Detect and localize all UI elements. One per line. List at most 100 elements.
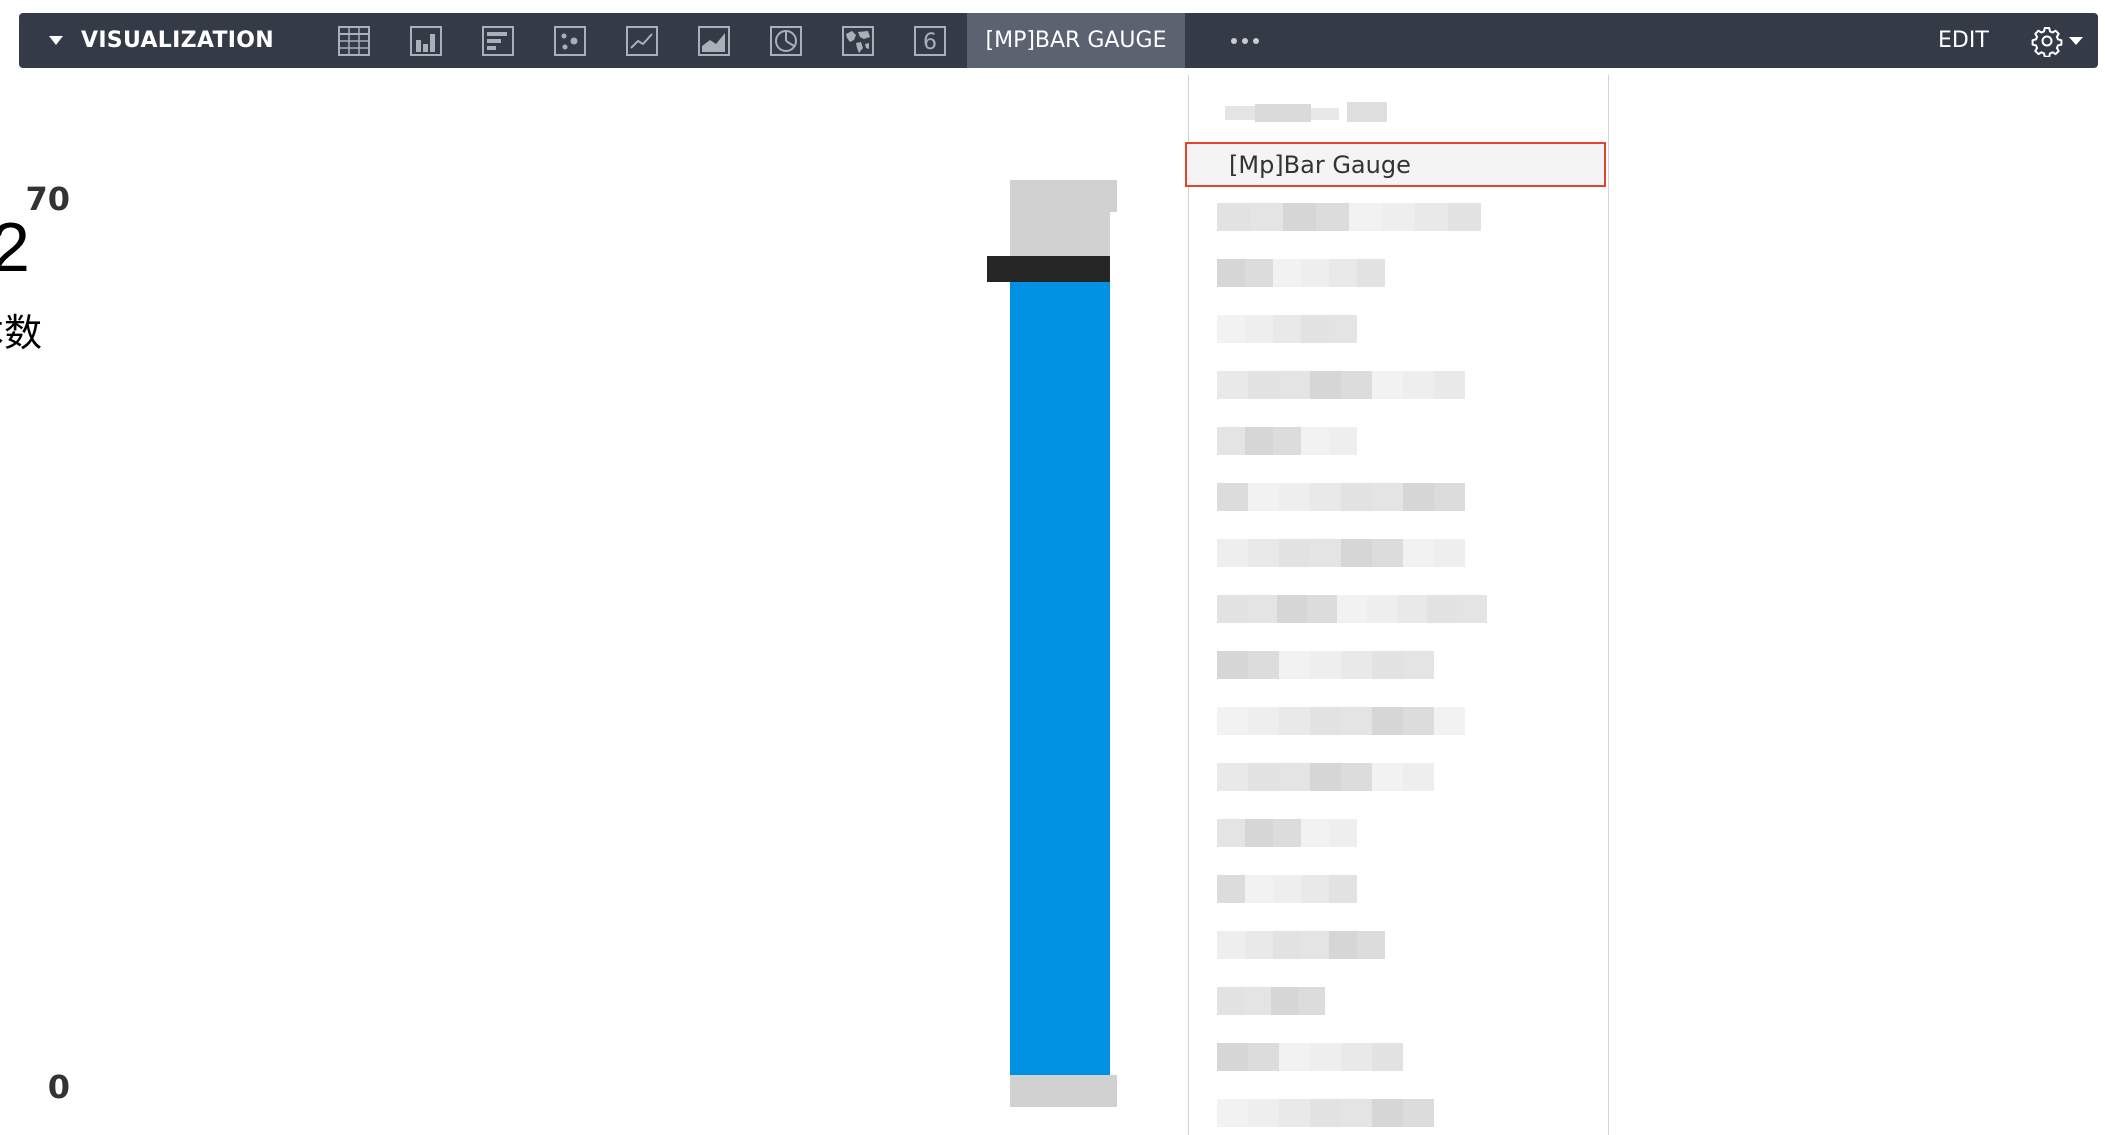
obscured-text-block (1403, 1099, 1434, 1127)
obscured-text-block (1245, 315, 1273, 343)
obscured-text-block (1217, 259, 1245, 287)
visualization-dropdown: [Mp]Bar Gauge (1185, 75, 1609, 1135)
obscured-text-block (1372, 483, 1403, 511)
gear-icon (2031, 27, 2063, 57)
obscured-text-block (1217, 1043, 1248, 1071)
list-item[interactable] (1217, 539, 1487, 567)
obscured-text-block (1247, 595, 1277, 623)
list-item[interactable] (1217, 371, 1487, 399)
obscured-text-block (1250, 203, 1283, 231)
obscured-text-block (1217, 539, 1248, 567)
obscured-text-block (1245, 875, 1273, 903)
obscured-text-block (1337, 595, 1367, 623)
edit-button[interactable]: EDIT (1938, 13, 1989, 68)
visualization-page: VISUALIZATION 6 [MP]BAR GAUGE EDIT 70 0 … (0, 0, 2108, 1135)
obscured-text-block (1341, 763, 1372, 791)
obscured-text-block (1341, 371, 1372, 399)
obscured-text-block (1310, 483, 1341, 511)
list-item[interactable] (1217, 987, 1347, 1015)
list-item[interactable] (1217, 931, 1407, 959)
obscured-text-block (1403, 539, 1434, 567)
obscured-text-block (1283, 203, 1316, 231)
obscured-text-block (1427, 595, 1457, 623)
obscured-text-block (1248, 651, 1279, 679)
obscured-text-block (1310, 371, 1341, 399)
gauge-min-label: 0 (47, 1068, 70, 1106)
obscured-text-block (1248, 707, 1279, 735)
obscured-text-block (1245, 259, 1273, 287)
obscured-text-block (1217, 1099, 1248, 1127)
list-item[interactable] (1217, 595, 1507, 623)
obscured-text-block (1217, 707, 1248, 735)
list-item[interactable] (1217, 651, 1457, 679)
obscured-text-block (1217, 763, 1248, 791)
obscured-text-block (1301, 427, 1329, 455)
obscured-text-block (1341, 707, 1372, 735)
gauge-top-notch (1110, 180, 1117, 212)
list-item[interactable] (1217, 875, 1377, 903)
obscured-text-block (1372, 1099, 1403, 1127)
settings-menu-button[interactable] (2031, 25, 2083, 57)
obscured-text-block (1329, 875, 1357, 903)
obscured-text-block (1217, 931, 1245, 959)
list-item[interactable] (1217, 1043, 1427, 1071)
obscured-text-block (1301, 931, 1329, 959)
obscured-text-block (1434, 371, 1465, 399)
obscured-text-block (1279, 763, 1310, 791)
obscured-text-block (1434, 483, 1465, 511)
list-item[interactable] (1217, 259, 1407, 287)
obscured-text-block (1245, 819, 1273, 847)
obscured-text-block (1397, 595, 1427, 623)
dropdown-item-mp-bar-gauge[interactable]: [Mp]Bar Gauge (1185, 142, 1606, 187)
obscured-text-block (1357, 259, 1385, 287)
list-item[interactable] (1217, 427, 1377, 455)
obscured-text-block (1298, 987, 1325, 1015)
obscured-text-block (1217, 595, 1247, 623)
ellipsis-dot (1253, 37, 1259, 44)
gauge-metric-label: 投稿本数 (0, 311, 42, 356)
obscured-text-block (1217, 819, 1245, 847)
obscured-text-block (1372, 763, 1403, 791)
obscured-text-block (1372, 651, 1403, 679)
obscured-text-block (1279, 483, 1310, 511)
obscured-text-block (1372, 707, 1403, 735)
edit-label: EDIT (1938, 28, 1989, 53)
ellipsis-dot (1242, 37, 1248, 44)
obscured-text-block (1273, 931, 1301, 959)
list-item[interactable] (1225, 100, 1395, 126)
obscured-text-block (1273, 427, 1301, 455)
list-item[interactable] (1217, 315, 1377, 343)
ellipsis-icon[interactable] (1231, 13, 1259, 68)
obscured-text-block (1457, 595, 1487, 623)
obscured-text-block (1217, 315, 1245, 343)
list-item[interactable] (1217, 763, 1457, 791)
list-item[interactable] (1217, 483, 1487, 511)
obscured-text-block (1341, 1043, 1372, 1071)
ellipsis-dot (1231, 37, 1237, 44)
list-item[interactable] (1217, 203, 1507, 231)
obscured-text-block (1403, 483, 1434, 511)
obscured-text-block (1448, 203, 1481, 231)
obscured-text-block (1341, 651, 1372, 679)
obscured-text-block (1310, 651, 1341, 679)
obscured-text-block (1372, 539, 1403, 567)
obscured-text-block (1217, 427, 1245, 455)
obscured-text-block (1329, 259, 1357, 287)
list-item[interactable] (1217, 1099, 1457, 1127)
obscured-text-block (1248, 763, 1279, 791)
obscured-text-block (1279, 651, 1310, 679)
obscured-text-block (1349, 203, 1382, 231)
obscured-text-block (1367, 595, 1397, 623)
obscured-text-block (1248, 1043, 1279, 1071)
obscured-text-block (1273, 875, 1301, 903)
obscured-text-block (1245, 427, 1273, 455)
gauge-max-label: 70 (25, 180, 70, 218)
obscured-text-block (1372, 371, 1403, 399)
list-item[interactable] (1217, 707, 1487, 735)
obscured-text-block (1301, 259, 1329, 287)
obscured-text-block (1273, 819, 1301, 847)
obscured-text-block (1279, 371, 1310, 399)
list-item[interactable] (1217, 819, 1377, 847)
obscured-text-block (1244, 987, 1271, 1015)
obscured-text-block (1403, 651, 1434, 679)
